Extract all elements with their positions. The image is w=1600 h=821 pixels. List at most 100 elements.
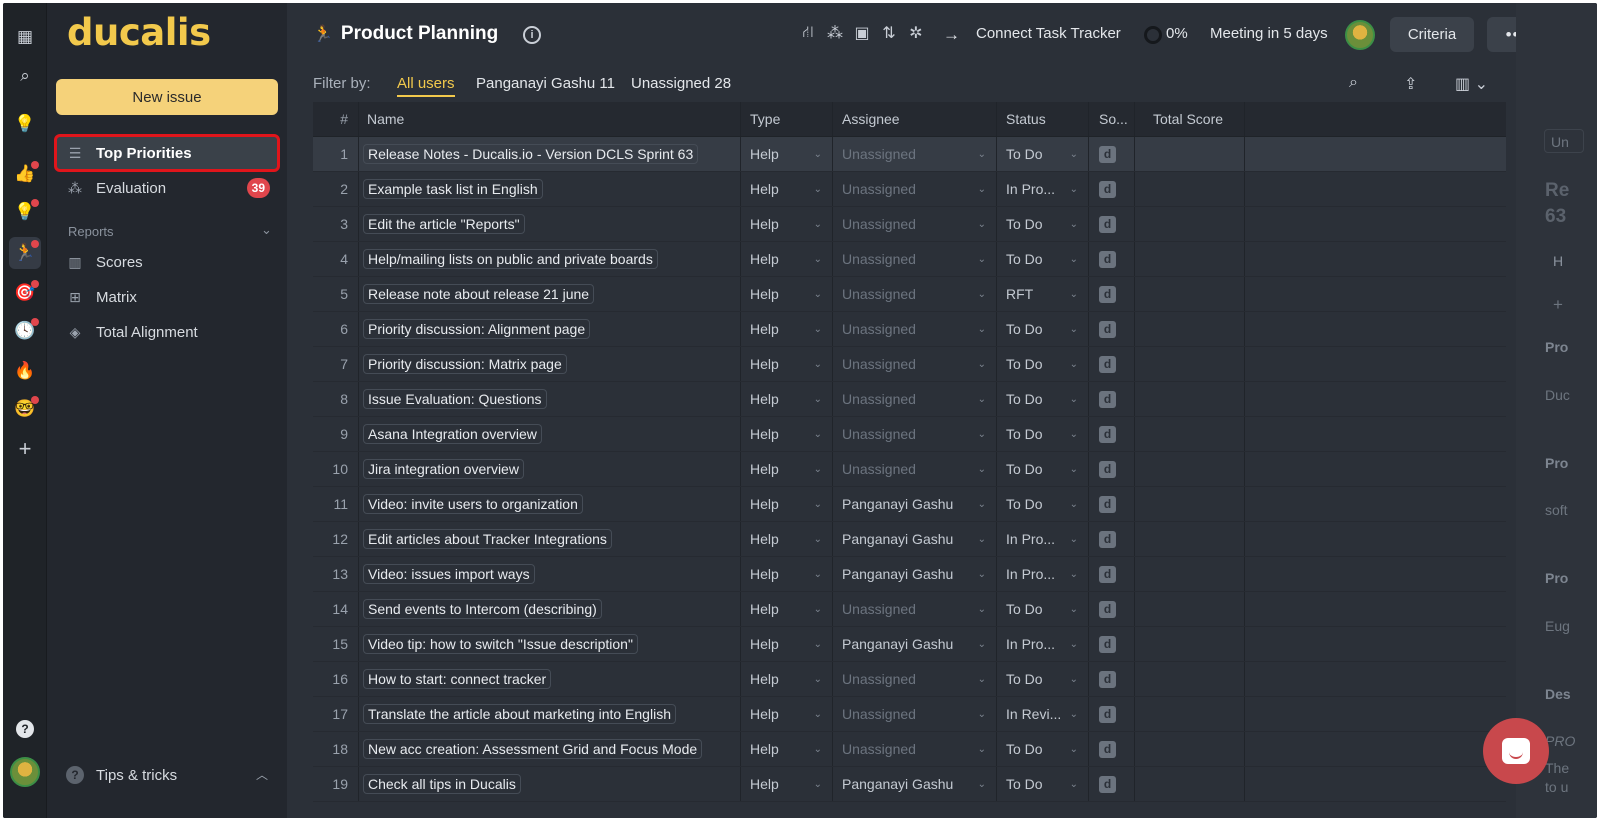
- type-select[interactable]: Help ⌄: [741, 732, 833, 766]
- ducalis-source-icon[interactable]: d: [1099, 495, 1116, 513]
- issue-name[interactable]: Video: issues import ways: [363, 564, 535, 584]
- target-icon[interactable]: 🎯: [9, 277, 41, 309]
- meeting-countdown[interactable]: Meeting in 5 days: [1210, 25, 1328, 42]
- status-select[interactable]: To Do ⌄: [997, 417, 1089, 451]
- issue-name[interactable]: Jira integration overview: [363, 459, 524, 479]
- ducalis-source-icon[interactable]: d: [1099, 425, 1116, 443]
- issue-name[interactable]: Issue Evaluation: Questions: [363, 389, 547, 409]
- table-row[interactable]: 7 Priority discussion: Matrix page Help ⌄ Un…: [313, 347, 1506, 382]
- type-select[interactable]: Help ⌄: [741, 242, 833, 276]
- type-select[interactable]: Help ⌄: [741, 172, 833, 206]
- columns-toggle-icon[interactable]: ▥ ⌄: [1455, 74, 1488, 94]
- filter-panganayi-gashu[interactable]: Panganayi Gashu 11: [476, 75, 615, 92]
- cluster-icon[interactable]: ⁂: [826, 23, 844, 43]
- assignee-select[interactable]: Unassigned ⌄: [833, 382, 997, 416]
- filter-unassigned[interactable]: Unassigned 28: [631, 75, 731, 92]
- table-row[interactable]: 3 Edit the article "Reports" Help ⌄ Unassign…: [313, 207, 1506, 242]
- status-select[interactable]: To Do ⌄: [997, 592, 1089, 626]
- col-assignee[interactable]: Assignee: [833, 102, 997, 136]
- type-select[interactable]: Help ⌄: [741, 277, 833, 311]
- type-select[interactable]: Help ⌄: [741, 207, 833, 241]
- issue-name[interactable]: Asana Integration overview: [363, 424, 542, 444]
- issue-name[interactable]: Send events to Intercom (describing): [363, 599, 602, 619]
- status-select[interactable]: To Do ⌄: [997, 382, 1089, 416]
- assignee-select[interactable]: Panganayi Gashu ⌄: [833, 487, 997, 521]
- status-select[interactable]: To Do ⌄: [997, 732, 1089, 766]
- ducalis-source-icon[interactable]: d: [1099, 215, 1116, 233]
- assignee-select[interactable]: Unassigned ⌄: [833, 312, 997, 346]
- chevron-up-icon[interactable]: ︿: [256, 766, 268, 783]
- ducalis-source-icon[interactable]: d: [1099, 355, 1116, 373]
- ducalis-source-icon[interactable]: d: [1099, 320, 1116, 338]
- col-type[interactable]: Type: [741, 102, 833, 136]
- ducalis-source-icon[interactable]: d: [1099, 600, 1116, 618]
- tips-and-tricks[interactable]: ? Tips & tricks ︿: [56, 758, 278, 792]
- status-select[interactable]: To Do ⌄: [997, 662, 1089, 696]
- assignee-select[interactable]: Unassigned ⌄: [833, 277, 997, 311]
- clock-icon[interactable]: 🕓: [9, 315, 41, 347]
- col-source[interactable]: So...: [1089, 102, 1135, 136]
- issue-name[interactable]: Release note about release 21 june: [363, 284, 595, 304]
- issue-name[interactable]: Check all tips in Ducalis: [363, 774, 521, 794]
- col-status[interactable]: Status: [997, 102, 1089, 136]
- ducalis-source-icon[interactable]: d: [1099, 250, 1116, 268]
- ducalis-source-icon[interactable]: d: [1099, 285, 1116, 303]
- status-select[interactable]: To Do ⌄: [997, 207, 1089, 241]
- issue-name[interactable]: Translate the article about marketing in…: [363, 704, 676, 724]
- runner-icon[interactable]: 🏃: [9, 237, 41, 269]
- type-select[interactable]: Help ⌄: [741, 452, 833, 486]
- status-select[interactable]: In Pro... ⌄: [997, 522, 1089, 556]
- type-select[interactable]: Help ⌄: [741, 522, 833, 556]
- board-icon[interactable]: ▣: [853, 23, 871, 43]
- sidebar-item-top-priorities[interactable]: ☰ Top Priorities: [54, 134, 280, 172]
- table-row[interactable]: 15 Video tip: how to switch "Issue descri…: [313, 627, 1506, 662]
- bulb-icon[interactable]: 💡: [9, 196, 41, 228]
- plus-icon[interactable]: +: [9, 433, 41, 465]
- table-row[interactable]: 10 Jira integration overview Help ⌄ Unassign…: [313, 452, 1506, 487]
- type-select[interactable]: Help ⌄: [741, 697, 833, 731]
- issue-name[interactable]: Example task list in English: [363, 179, 543, 199]
- status-select[interactable]: To Do ⌄: [997, 347, 1089, 381]
- table-row[interactable]: 4 Help/mailing lists on public and privat…: [313, 242, 1506, 277]
- filter-all-users[interactable]: All users: [397, 75, 455, 97]
- assignee-select[interactable]: Unassigned ⌄: [833, 172, 997, 206]
- new-issue-button[interactable]: New issue: [56, 79, 278, 115]
- ducalis-source-icon[interactable]: d: [1099, 460, 1116, 478]
- table-row[interactable]: 19 Check all tips in Ducalis Help ⌄ Panganay…: [313, 767, 1506, 802]
- chevron-down-icon[interactable]: ⌄: [261, 222, 272, 238]
- ducalis-source-icon[interactable]: d: [1099, 705, 1116, 723]
- issue-name[interactable]: Priority discussion: Matrix page: [363, 354, 567, 374]
- assignee-select[interactable]: Unassigned ⌄: [833, 137, 997, 171]
- ducalis-source-icon[interactable]: d: [1099, 565, 1116, 583]
- table-row[interactable]: 9 Asana Integration overview Help ⌄ Unassign…: [313, 417, 1506, 452]
- status-select[interactable]: To Do ⌄: [997, 312, 1089, 346]
- grid-icon[interactable]: ▦: [9, 21, 41, 53]
- status-select[interactable]: To Do ⌄: [997, 242, 1089, 276]
- assignee-select[interactable]: Panganayi Gashu ⌄: [833, 522, 997, 556]
- assignee-select[interactable]: Unassigned ⌄: [833, 417, 997, 451]
- fire-icon[interactable]: 🔥: [9, 355, 41, 387]
- type-select[interactable]: Help ⌄: [741, 662, 833, 696]
- status-select[interactable]: To Do ⌄: [997, 137, 1089, 171]
- type-select[interactable]: Help ⌄: [741, 417, 833, 451]
- status-select[interactable]: In Pro... ⌄: [997, 172, 1089, 206]
- type-select[interactable]: Help ⌄: [741, 557, 833, 591]
- table-row[interactable]: 14 Send events to Intercom (describing) He…: [313, 592, 1506, 627]
- share-icon[interactable]: ⇪: [1404, 74, 1417, 94]
- table-row[interactable]: 1 Release Notes - Ducalis.io - Version DC…: [313, 137, 1506, 172]
- col-name[interactable]: Name: [359, 102, 741, 136]
- issue-name[interactable]: Edit articles about Tracker Integrations: [363, 529, 612, 549]
- ducalis-source-icon[interactable]: d: [1099, 390, 1116, 408]
- assignee-select[interactable]: Panganayi Gashu ⌄: [833, 767, 997, 801]
- sidebar-item-scores[interactable]: ▥ Scores: [56, 245, 278, 279]
- sidebar-item-evaluation[interactable]: ⁂ Evaluation 39: [56, 171, 278, 205]
- connect-task-tracker-link[interactable]: Connect Task Tracker: [976, 25, 1121, 42]
- sync-icon[interactable]: ⇅: [880, 23, 898, 43]
- type-select[interactable]: Help ⌄: [741, 312, 833, 346]
- table-row[interactable]: 16 How to start: connect tracker Help ⌄ Unas…: [313, 662, 1506, 697]
- status-select[interactable]: To Do ⌄: [997, 767, 1089, 801]
- issue-name[interactable]: Video: invite users to organization: [363, 494, 583, 514]
- issue-name[interactable]: Release Notes - Ducalis.io - Version DCL…: [363, 144, 699, 164]
- type-select[interactable]: Help ⌄: [741, 487, 833, 521]
- status-select[interactable]: To Do ⌄: [997, 452, 1089, 486]
